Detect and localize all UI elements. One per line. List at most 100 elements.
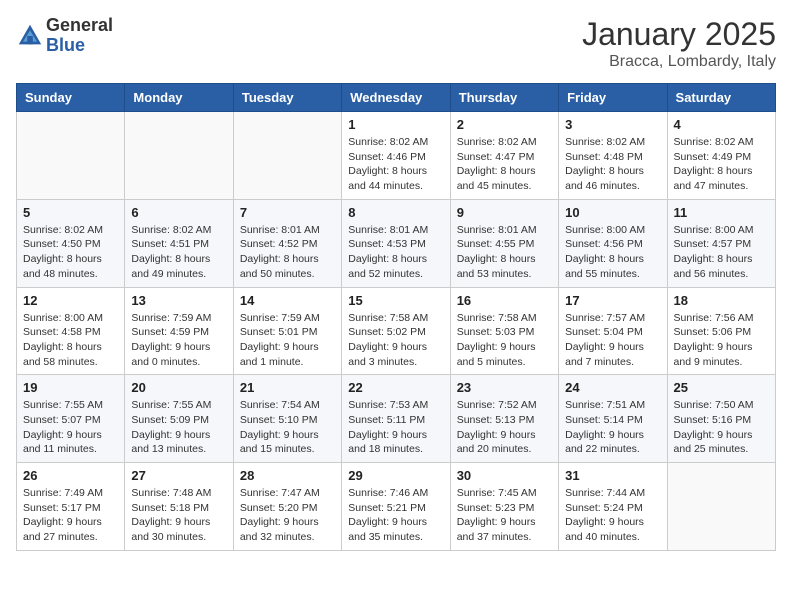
- day-info: Sunrise: 7:44 AM Sunset: 5:24 PM Dayligh…: [565, 486, 660, 545]
- month-title: January 2025: [582, 16, 776, 53]
- day-number: 23: [457, 380, 552, 395]
- day-cell-7: 7 Sunrise: 8:01 AM Sunset: 4:52 PM Daylig…: [233, 199, 341, 287]
- day-info: Sunrise: 7:50 AM Sunset: 5:16 PM Dayligh…: [674, 398, 769, 457]
- day-info: Sunrise: 8:00 AM Sunset: 4:57 PM Dayligh…: [674, 223, 769, 282]
- week-row-5: 26 Sunrise: 7:49 AM Sunset: 5:17 PM Dayli…: [17, 463, 776, 551]
- weekday-header-monday: Monday: [125, 84, 233, 112]
- day-cell-25: 25 Sunrise: 7:50 AM Sunset: 5:16 PM Dayli…: [667, 375, 775, 463]
- day-info: Sunrise: 7:47 AM Sunset: 5:20 PM Dayligh…: [240, 486, 335, 545]
- day-number: 6: [131, 205, 226, 220]
- day-number: 25: [674, 380, 769, 395]
- week-row-2: 5Sunrise: 8:02 AM Sunset: 4:50 PM Daylig…: [17, 199, 776, 287]
- day-number: 16: [457, 293, 552, 308]
- weekday-header-friday: Friday: [559, 84, 667, 112]
- weekday-header-saturday: Saturday: [667, 84, 775, 112]
- day-info: Sunrise: 8:01 AM Sunset: 4:52 PM Dayligh…: [240, 223, 335, 282]
- day-info: Sunrise: 8:02 AM Sunset: 4:46 PM Dayligh…: [348, 135, 443, 194]
- day-info: Sunrise: 7:59 AM Sunset: 4:59 PM Dayligh…: [131, 311, 226, 370]
- day-info: Sunrise: 7:56 AM Sunset: 5:06 PM Dayligh…: [674, 311, 769, 370]
- day-info: Sunrise: 7:51 AM Sunset: 5:14 PM Dayligh…: [565, 398, 660, 457]
- day-info: Sunrise: 8:02 AM Sunset: 4:49 PM Dayligh…: [674, 135, 769, 194]
- page: General Blue January 2025 Bracca, Lombar…: [0, 0, 792, 567]
- day-number: 22: [348, 380, 443, 395]
- day-number: 12: [23, 293, 118, 308]
- day-cell-26: 26 Sunrise: 7:49 AM Sunset: 5:17 PM Dayli…: [17, 463, 125, 551]
- day-cell-29: 29 Sunrise: 7:46 AM Sunset: 5:21 PM Dayli…: [342, 463, 450, 551]
- day-cell-10: 10 Sunrise: 8:00 AM Sunset: 4:56 PM Dayli…: [559, 199, 667, 287]
- day-info: Sunrise: 7:58 AM Sunset: 5:02 PM Dayligh…: [348, 311, 443, 370]
- day-cell-1: 1 Sunrise: 8:02 AM Sunset: 4:46 PM Daylig…: [342, 112, 450, 200]
- day-cell-27: 27 Sunrise: 7:48 AM Sunset: 5:18 PM Dayli…: [125, 463, 233, 551]
- day-number: 4: [674, 117, 769, 132]
- day-cell-9: 9 Sunrise: 8:01 AM Sunset: 4:55 PM Daylig…: [450, 199, 558, 287]
- day-cell-14: 14 Sunrise: 7:59 AM Sunset: 5:01 PM Dayli…: [233, 287, 341, 375]
- day-info: Sunrise: 7:52 AM Sunset: 5:13 PM Dayligh…: [457, 398, 552, 457]
- empty-cell: [233, 112, 341, 200]
- day-cell-30: 30 Sunrise: 7:45 AM Sunset: 5:23 PM Dayli…: [450, 463, 558, 551]
- day-number: 17: [565, 293, 660, 308]
- day-cell-31: 31 Sunrise: 7:44 AM Sunset: 5:24 PM Dayli…: [559, 463, 667, 551]
- day-info: Sunrise: 8:01 AM Sunset: 4:55 PM Dayligh…: [457, 223, 552, 282]
- day-info: Sunrise: 8:00 AM Sunset: 4:56 PM Dayligh…: [565, 223, 660, 282]
- day-info: Sunrise: 8:02 AM Sunset: 4:50 PM Dayligh…: [23, 223, 118, 282]
- logo-blue: Blue: [46, 35, 85, 55]
- day-cell-24: 24 Sunrise: 7:51 AM Sunset: 5:14 PM Dayli…: [559, 375, 667, 463]
- weekday-header-tuesday: Tuesday: [233, 84, 341, 112]
- day-number: 9: [457, 205, 552, 220]
- day-cell-28: 28Sunrise: 7:47 AM Sunset: 5:20 PM Dayli…: [233, 463, 341, 551]
- day-info: Sunrise: 7:57 AM Sunset: 5:04 PM Dayligh…: [565, 311, 660, 370]
- empty-cell: [667, 463, 775, 551]
- day-number: 11: [674, 205, 769, 220]
- day-number: 24: [565, 380, 660, 395]
- day-number: 1: [348, 117, 443, 132]
- day-number: 30: [457, 468, 552, 483]
- day-info: Sunrise: 7:59 AM Sunset: 5:01 PM Dayligh…: [240, 311, 335, 370]
- day-number: 14: [240, 293, 335, 308]
- day-cell-22: 22 Sunrise: 7:53 AM Sunset: 5:11 PM Dayli…: [342, 375, 450, 463]
- empty-cell: [17, 112, 125, 200]
- logo-text: General Blue: [46, 16, 113, 56]
- day-cell-13: 13 Sunrise: 7:59 AM Sunset: 4:59 PM Dayli…: [125, 287, 233, 375]
- day-info: Sunrise: 7:48 AM Sunset: 5:18 PM Dayligh…: [131, 486, 226, 545]
- day-info: Sunrise: 7:53 AM Sunset: 5:11 PM Dayligh…: [348, 398, 443, 457]
- day-info: Sunrise: 7:54 AM Sunset: 5:10 PM Dayligh…: [240, 398, 335, 457]
- day-info: Sunrise: 8:02 AM Sunset: 4:48 PM Dayligh…: [565, 135, 660, 194]
- week-row-4: 19Sunrise: 7:55 AM Sunset: 5:07 PM Dayli…: [17, 375, 776, 463]
- day-cell-21: 21 Sunrise: 7:54 AM Sunset: 5:10 PM Dayli…: [233, 375, 341, 463]
- day-cell-5: 5Sunrise: 8:02 AM Sunset: 4:50 PM Daylig…: [17, 199, 125, 287]
- day-number: 18: [674, 293, 769, 308]
- weekday-header-wednesday: Wednesday: [342, 84, 450, 112]
- day-cell-11: 11 Sunrise: 8:00 AM Sunset: 4:57 PM Dayli…: [667, 199, 775, 287]
- day-cell-18: 18 Sunrise: 7:56 AM Sunset: 5:06 PM Dayli…: [667, 287, 775, 375]
- day-number: 27: [131, 468, 226, 483]
- day-info: Sunrise: 7:55 AM Sunset: 5:07 PM Dayligh…: [23, 398, 118, 457]
- day-cell-19: 19Sunrise: 7:55 AM Sunset: 5:07 PM Dayli…: [17, 375, 125, 463]
- day-number: 20: [131, 380, 226, 395]
- calendar: SundayMondayTuesdayWednesdayThursdayFrid…: [16, 83, 776, 551]
- day-cell-4: 4 Sunrise: 8:02 AM Sunset: 4:49 PM Daylig…: [667, 112, 775, 200]
- day-info: Sunrise: 7:46 AM Sunset: 5:21 PM Dayligh…: [348, 486, 443, 545]
- day-number: 10: [565, 205, 660, 220]
- day-number: 21: [240, 380, 335, 395]
- weekday-header-thursday: Thursday: [450, 84, 558, 112]
- day-cell-8: 8Sunrise: 8:01 AM Sunset: 4:53 PM Daylig…: [342, 199, 450, 287]
- day-number: 29: [348, 468, 443, 483]
- day-number: 31: [565, 468, 660, 483]
- day-number: 26: [23, 468, 118, 483]
- location-title: Bracca, Lombardy, Italy: [582, 53, 776, 71]
- day-info: Sunrise: 7:49 AM Sunset: 5:17 PM Dayligh…: [23, 486, 118, 545]
- day-number: 3: [565, 117, 660, 132]
- day-cell-3: 3 Sunrise: 8:02 AM Sunset: 4:48 PM Daylig…: [559, 112, 667, 200]
- week-row-1: 1 Sunrise: 8:02 AM Sunset: 4:46 PM Daylig…: [17, 112, 776, 200]
- day-number: 13: [131, 293, 226, 308]
- day-number: 7: [240, 205, 335, 220]
- day-number: 15: [348, 293, 443, 308]
- day-info: Sunrise: 8:02 AM Sunset: 4:47 PM Dayligh…: [457, 135, 552, 194]
- day-number: 2: [457, 117, 552, 132]
- day-info: Sunrise: 7:45 AM Sunset: 5:23 PM Dayligh…: [457, 486, 552, 545]
- day-info: Sunrise: 7:55 AM Sunset: 5:09 PM Dayligh…: [131, 398, 226, 457]
- day-cell-16: 16Sunrise: 7:58 AM Sunset: 5:03 PM Dayli…: [450, 287, 558, 375]
- empty-cell: [125, 112, 233, 200]
- logo-icon: [16, 22, 44, 50]
- weekday-header-row: SundayMondayTuesdayWednesdayThursdayFrid…: [17, 84, 776, 112]
